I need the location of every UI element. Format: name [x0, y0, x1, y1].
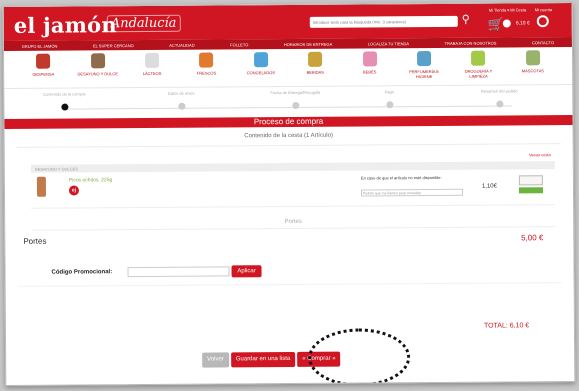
promo-code-input[interactable] [127, 266, 230, 278]
header-links[interactable]: Mi Tienda ▾ Mi Cesta [489, 7, 526, 12]
category-bar: DESPENSA DESAYUNO Y DULCE LÁCTEOS FRESCOS CO… [3, 47, 573, 89]
category-item[interactable]: PERFUMERÍA E HIGIENE [403, 51, 445, 85]
step-dot-active [60, 103, 68, 111]
category-icon [471, 50, 486, 66]
site-header: el jamón Andalucía Introduce texto para … [3, 3, 572, 41]
product-image[interactable] [36, 176, 47, 197]
step-dot [385, 101, 393, 109]
category-label: CONGELADOS [246, 70, 276, 76]
step-dot [495, 100, 503, 108]
checkout-steps: Contenido de la compra Datos de envío Fe… [4, 85, 572, 119]
quantity-stepper[interactable] [518, 175, 544, 195]
back-button[interactable]: Volver [202, 352, 229, 368]
category-icon [144, 52, 160, 69]
quantity-add-button[interactable] [518, 187, 544, 194]
nav-item[interactable]: GRUPO EL JAMÓN [22, 43, 58, 48]
category-icon [308, 51, 323, 67]
nav-item[interactable]: HORARIOS DE ENTREGA [284, 41, 332, 46]
product-name[interactable]: Picos ochitos, 225g [69, 177, 112, 183]
cart-icon[interactable]: 🛒 [488, 16, 504, 32]
category-label: DESPENSA [32, 71, 55, 77]
step-payment: Pago [349, 89, 429, 109]
availability-option-select[interactable]: Pedirle que me llamen para consultar [360, 188, 464, 197]
category-label: DESAYUNO Y DULCE [77, 71, 118, 77]
step-cart: Contenido de la compra [24, 91, 104, 111]
category-label: FRESCOS [196, 70, 217, 76]
category-icon [199, 52, 214, 68]
category-item[interactable]: DESAYUNO Y DULCE [77, 53, 119, 87]
shipping-cost: 5,00 € [521, 233, 544, 243]
logo-region-label: Andalucía [106, 14, 181, 33]
promo-code-label: Código Promocional: [51, 269, 113, 276]
category-icon [362, 51, 377, 67]
category-label: PERFUMERÍA E HIGIENE [409, 68, 439, 80]
category-icon [90, 53, 105, 69]
category-item[interactable]: DESPENSA [22, 53, 64, 88]
nav-item[interactable]: EL SUPER CERCANO [93, 43, 134, 48]
nav-item[interactable]: FOLLETO [230, 42, 248, 47]
apply-promo-button[interactable]: Aplicar [231, 265, 262, 278]
category-item[interactable]: FRESCOS [185, 52, 227, 86]
page-frame: el jamón Andalucía Introduce texto para … [2, 2, 576, 386]
nav-item[interactable]: ACTUALIDAD [169, 42, 194, 47]
cart-count-badge [502, 19, 511, 28]
order-total: TOTAL: 6,10 € [483, 322, 530, 330]
site-logo[interactable]: el jamón [14, 12, 117, 38]
promo-code-row: Código Promocional: Aplicar [17, 249, 562, 287]
nav-item[interactable]: LOCALIZA TU TIENDA [368, 41, 409, 46]
category-icon [525, 50, 540, 66]
cart-item-row: Picos ochitos, 225g ej En caso de que el… [30, 169, 556, 209]
step-dot [177, 102, 185, 110]
availability-note: En caso de que el artículo no esté dispo… [360, 174, 442, 181]
category-label: DROGUERÍA Y LIMPIEZA [464, 68, 493, 79]
category-icon [253, 52, 268, 68]
step-dot [291, 101, 299, 109]
product-brand-badge: ej [68, 185, 80, 196]
category-icon [36, 53, 51, 69]
category-label: LÁCTEOS [142, 70, 162, 77]
save-to-list-button[interactable]: Guardar en una lista [230, 351, 296, 368]
category-item[interactable]: BEBIDAS [294, 51, 336, 86]
highlight-circle-annotation [307, 328, 411, 386]
category-label: BEBÉS [362, 69, 377, 75]
search-icon[interactable]: ⚲ [462, 13, 470, 26]
shipping-label: Portes [23, 236, 47, 246]
quantity-field[interactable] [518, 175, 543, 186]
category-label: MASCOTAS [521, 68, 544, 74]
clear-cart-link[interactable]: Vaciar cesta [5, 144, 573, 163]
category-item[interactable]: BEBÉS [349, 51, 391, 85]
step-shipping: Datos de envío [141, 90, 221, 110]
search-input[interactable]: Introduce texto para la búsqueda (mín. 3… [309, 15, 458, 28]
category-item[interactable]: MASCOTAS [512, 50, 554, 84]
category-item[interactable]: DROGUERÍA Y LIMPIEZA [457, 50, 499, 85]
category-icon [416, 51, 432, 67]
account-icon[interactable] [536, 15, 549, 28]
category-label: BEBIDAS [306, 69, 324, 75]
category-item[interactable]: LÁCTEOS [131, 52, 173, 87]
product-price: 1,10€ [481, 183, 497, 190]
nav-item[interactable]: TRABAJA CON NOSOTROS [445, 40, 497, 45]
nav-item[interactable]: CONTACTO [532, 40, 554, 45]
step-delivery-date: Fecha de Entrega/Recogida [255, 90, 335, 110]
step-summary: Resumen del pedido [459, 88, 539, 108]
account-label[interactable]: Mi cuenta [535, 7, 552, 12]
category-item[interactable]: CONGELADOS [240, 52, 282, 86]
cart-total: 6,10 € [515, 20, 530, 27]
